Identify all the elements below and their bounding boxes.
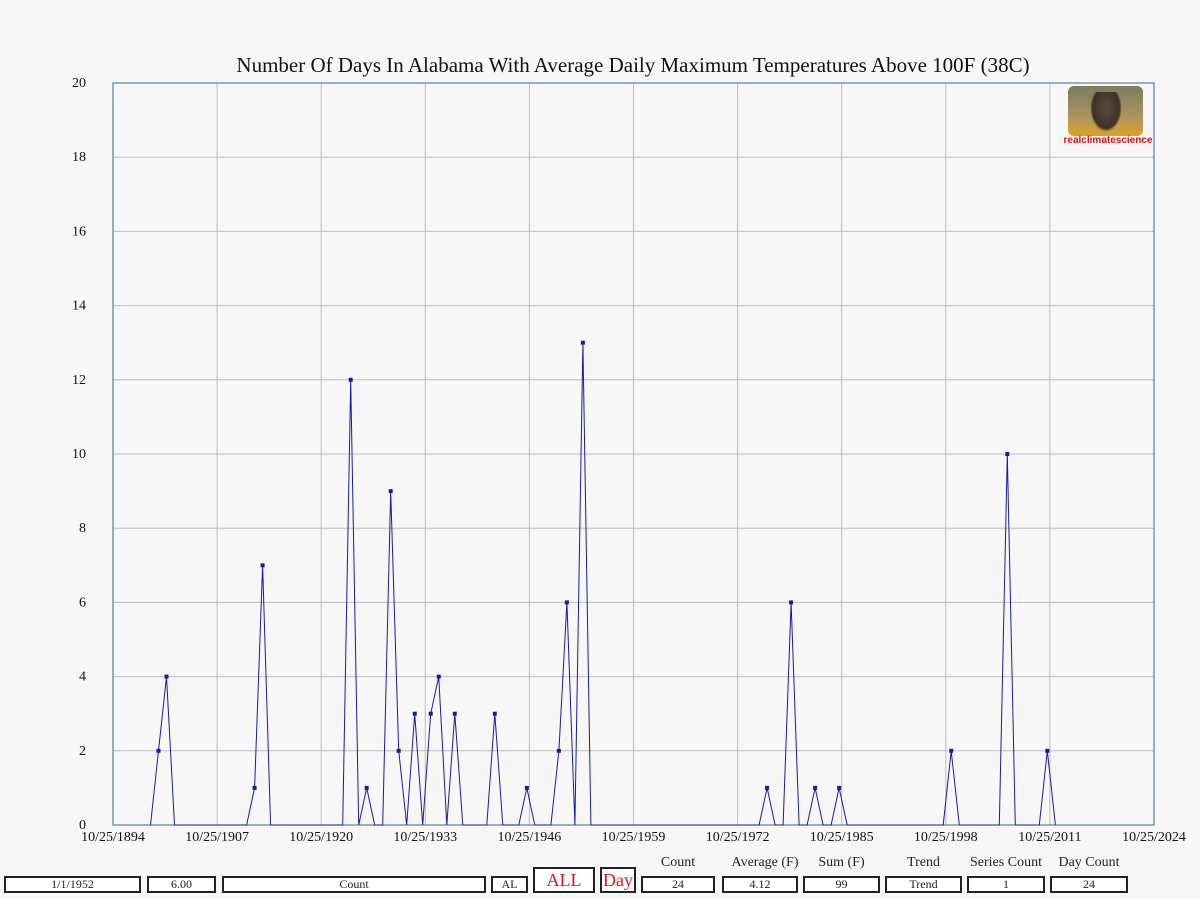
trend-label: Trend — [907, 855, 940, 870]
chart: Number Of Days In Alabama With Average D… — [72, 53, 1186, 845]
date-field[interactable]: 1/1/1952 — [4, 876, 141, 893]
logo-text: realclimatescience — [1063, 135, 1153, 146]
y-tick-label: 6 — [79, 595, 86, 610]
y-tick-label: 18 — [72, 150, 86, 165]
count-value[interactable]: 24 — [641, 876, 715, 893]
y-tick-label: 20 — [72, 76, 86, 91]
x-tick-label: 10/25/1907 — [185, 830, 249, 845]
data-point — [1005, 452, 1010, 456]
chart-title: Number Of Days In Alabama With Average D… — [236, 53, 1029, 77]
data-point — [428, 711, 433, 716]
data-point — [789, 600, 794, 605]
all-button[interactable]: ALL — [533, 867, 595, 893]
data-point — [388, 489, 393, 494]
sum-label: Sum (F) — [818, 855, 865, 870]
x-tick-label: 10/25/1998 — [914, 830, 978, 845]
data-point — [556, 748, 561, 753]
y-axis-ticks: 02468101214161820 — [72, 76, 86, 833]
data-point — [1045, 748, 1050, 753]
day-button[interactable]: Day — [600, 867, 636, 893]
data-point — [524, 785, 529, 790]
day-count-value[interactable]: 24 — [1050, 876, 1128, 893]
x-axis-ticks: 10/25/1894 10/25/1907 10/25/1920 10/25/1933… — [81, 830, 1186, 845]
data-point — [837, 785, 842, 790]
logo-image — [1068, 86, 1143, 136]
data-point — [348, 377, 353, 382]
series-count-label: Series Count — [970, 855, 1042, 870]
sum-value[interactable]: 99 — [803, 876, 880, 893]
average-value[interactable]: 4.12 — [722, 876, 798, 893]
day-count-label: Day Count — [1058, 855, 1120, 870]
x-tick-label: 10/25/1946 — [498, 830, 562, 845]
data-point — [492, 711, 497, 716]
y-tick-label: 4 — [79, 670, 86, 685]
x-tick-label: 10/25/1959 — [602, 830, 666, 845]
series-line — [150, 342, 1056, 826]
data-point — [765, 785, 770, 790]
state-field[interactable]: AL — [491, 876, 528, 893]
data-point — [452, 711, 457, 716]
data-point — [436, 674, 441, 679]
x-tick-label: 10/25/2011 — [1018, 830, 1081, 845]
x-tick-label: 10/25/1933 — [393, 830, 457, 845]
data-point — [156, 748, 161, 753]
data-point — [252, 785, 257, 790]
data-point — [564, 600, 569, 605]
y-tick-label: 14 — [72, 299, 86, 314]
data-point — [949, 748, 954, 753]
logo: realclimatescience — [1063, 86, 1153, 148]
grid — [113, 83, 1154, 825]
x-tick-label: 10/25/1894 — [81, 830, 145, 845]
y-tick-label: 16 — [72, 224, 86, 239]
x-tick-label: 10/25/1972 — [706, 830, 770, 845]
y-tick-label: 2 — [79, 744, 86, 759]
y-tick-label: 8 — [79, 521, 86, 536]
series-count-value[interactable]: 1 — [967, 876, 1045, 893]
data-point — [364, 785, 369, 790]
data-point — [164, 674, 169, 679]
x-tick-label: 10/25/1985 — [810, 830, 874, 845]
data-point — [813, 785, 818, 790]
value-field[interactable]: 6.00 — [147, 876, 216, 893]
average-label: Average (F) — [731, 855, 799, 870]
data-point — [580, 340, 585, 345]
y-tick-label: 10 — [72, 447, 86, 462]
x-tick-label: 10/25/1920 — [289, 830, 353, 845]
data-point — [396, 748, 401, 753]
trend-value[interactable]: Trend — [885, 876, 962, 893]
count-label: Count — [660, 855, 696, 870]
mode-field[interactable]: Count — [222, 876, 486, 893]
data-point — [260, 563, 265, 568]
series — [150, 340, 1056, 826]
y-tick-label: 12 — [72, 373, 86, 388]
x-tick-label: 10/25/2024 — [1122, 830, 1186, 845]
data-point — [412, 711, 417, 716]
